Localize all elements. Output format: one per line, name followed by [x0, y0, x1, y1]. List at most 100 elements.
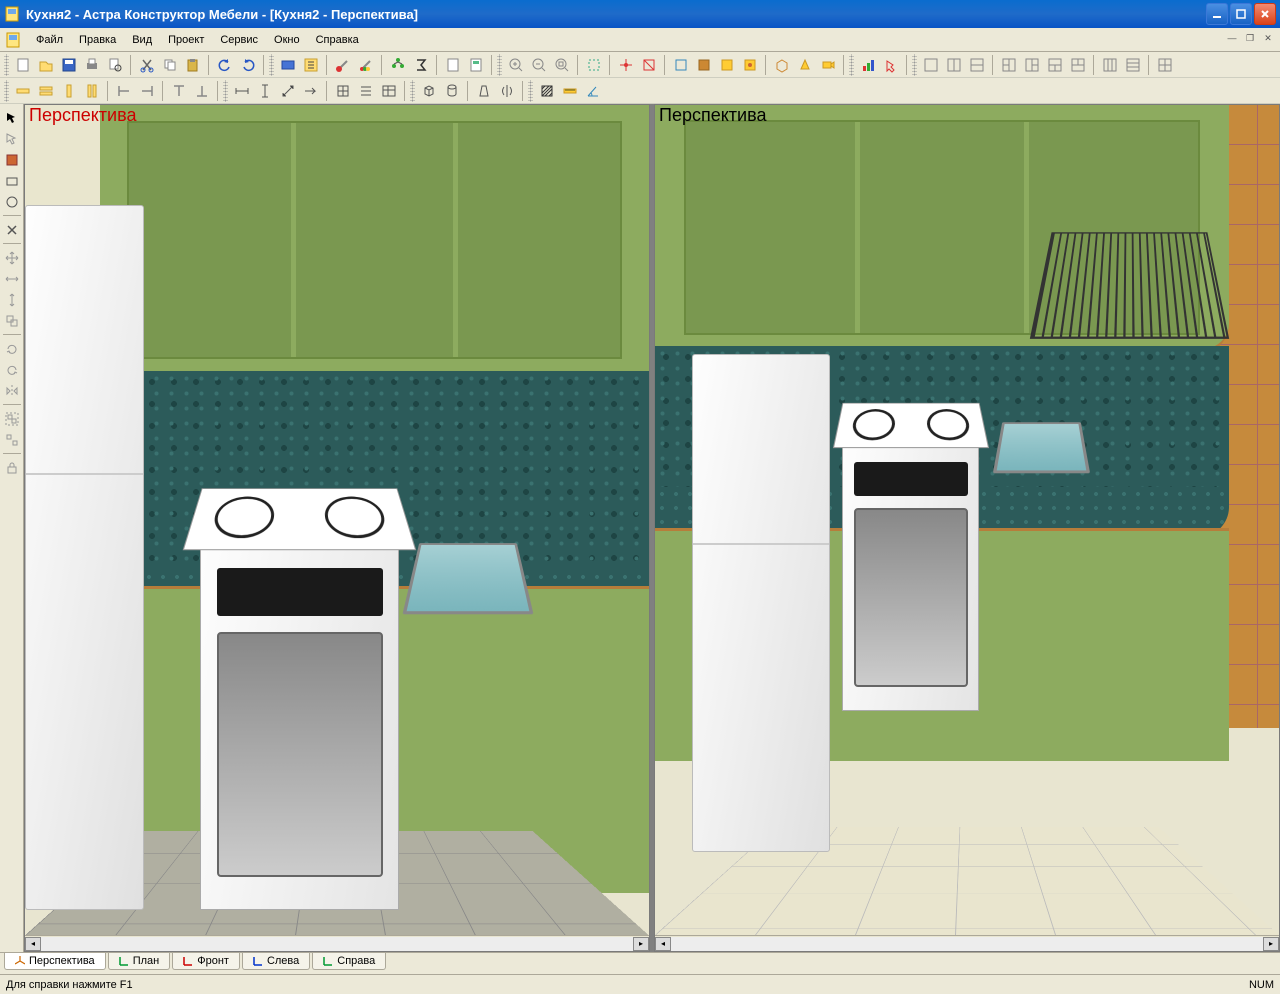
rotate-cw-button[interactable]	[2, 339, 22, 359]
layout5-button[interactable]	[1021, 54, 1043, 76]
divider2-button[interactable]	[191, 80, 213, 102]
mirror-button[interactable]	[2, 381, 22, 401]
lock-button[interactable]	[2, 458, 22, 478]
scroll-left-button[interactable]: ◂	[25, 937, 41, 951]
toolbar-grip[interactable]	[410, 80, 415, 102]
viewport-left-canvas[interactable]	[25, 105, 649, 935]
layout6-button[interactable]	[1044, 54, 1066, 76]
hatch-button[interactable]	[536, 80, 558, 102]
layout9-button[interactable]	[1122, 54, 1144, 76]
rotate-ccw-button[interactable]	[2, 360, 22, 380]
dim-arrow-button[interactable]	[300, 80, 322, 102]
cube-button[interactable]	[418, 80, 440, 102]
viewport-right[interactable]: Перспектива ◂ ▸	[654, 104, 1280, 952]
scroll-right-button[interactable]: ▸	[1263, 937, 1279, 951]
snap-center-button[interactable]	[615, 54, 637, 76]
menu-edit[interactable]: Правка	[71, 31, 124, 49]
new-button[interactable]	[12, 54, 34, 76]
toolbar-grip[interactable]	[4, 80, 9, 102]
panel-v1-button[interactable]	[58, 80, 80, 102]
viewtab-perspective[interactable]: Перспектива	[4, 953, 106, 970]
toolbar-grip[interactable]	[223, 80, 228, 102]
cursor-tool-button[interactable]	[2, 108, 22, 128]
select-object-button[interactable]	[2, 150, 22, 170]
rect-tool-button[interactable]	[2, 171, 22, 191]
menu-window[interactable]: Окно	[266, 31, 308, 49]
grid-dim-button[interactable]	[332, 80, 354, 102]
print-preview-button[interactable]	[104, 54, 126, 76]
mdi-close-button[interactable]: ✕	[1260, 31, 1276, 45]
dim-v-button[interactable]	[254, 80, 276, 102]
copy-button[interactable]	[159, 54, 181, 76]
scroll-left-button[interactable]: ◂	[655, 937, 671, 951]
redo-button[interactable]	[237, 54, 259, 76]
undo-button[interactable]	[214, 54, 236, 76]
mdi-minimize-button[interactable]: —	[1224, 31, 1240, 45]
scroll-right-button[interactable]: ▸	[633, 937, 649, 951]
save-button[interactable]	[58, 54, 80, 76]
arrow-tool-button[interactable]	[880, 54, 902, 76]
view-iso-button[interactable]	[771, 54, 793, 76]
viewtab-left[interactable]: Слева	[242, 953, 310, 970]
panel-h2-button[interactable]	[35, 80, 57, 102]
group-button[interactable]	[2, 409, 22, 429]
circle-tool-button[interactable]	[2, 192, 22, 212]
minimize-button[interactable]	[1206, 3, 1228, 25]
toolbar-grip[interactable]	[849, 54, 854, 76]
toolbar-grip[interactable]	[912, 54, 917, 76]
move-copy-button[interactable]	[2, 311, 22, 331]
material-button[interactable]	[277, 54, 299, 76]
panel-h1-button[interactable]	[12, 80, 34, 102]
viewtab-front[interactable]: Фронт	[172, 953, 240, 970]
viewport-left-hscrollbar[interactable]: ◂ ▸	[25, 935, 649, 951]
menu-help[interactable]: Справка	[308, 31, 367, 49]
move-h-button[interactable]	[2, 269, 22, 289]
tree-button[interactable]	[387, 54, 409, 76]
properties-button[interactable]	[300, 54, 322, 76]
viewport-right-hscrollbar[interactable]: ◂ ▸	[655, 935, 1279, 951]
viewport-left[interactable]: Перспектива ◂ ▸	[24, 104, 650, 952]
viewtab-right[interactable]: Справа	[312, 953, 386, 970]
divider1-button[interactable]	[168, 80, 190, 102]
dim-list-button[interactable]	[355, 80, 377, 102]
dim-h-button[interactable]	[231, 80, 253, 102]
paste-button[interactable]	[182, 54, 204, 76]
dim-table-button[interactable]	[378, 80, 400, 102]
mdi-restore-button[interactable]: ❐	[1242, 31, 1258, 45]
open-button[interactable]	[35, 54, 57, 76]
angle-button[interactable]	[582, 80, 604, 102]
print-button[interactable]	[81, 54, 103, 76]
render-shade-button[interactable]	[693, 54, 715, 76]
viewtab-plan[interactable]: План	[108, 953, 171, 970]
close-button[interactable]	[1254, 3, 1276, 25]
sum-button[interactable]	[410, 54, 432, 76]
snap-off-button[interactable]	[638, 54, 660, 76]
select-face-button[interactable]	[2, 129, 22, 149]
dim-align-button[interactable]	[277, 80, 299, 102]
select-window-button[interactable]	[583, 54, 605, 76]
chart-button[interactable]	[857, 54, 879, 76]
layout3-button[interactable]	[966, 54, 988, 76]
layout10-button[interactable]	[1154, 54, 1176, 76]
move-v-button[interactable]	[2, 290, 22, 310]
shelf2-button[interactable]	[136, 80, 158, 102]
zoom-out-button[interactable]	[528, 54, 550, 76]
layout7-button[interactable]	[1067, 54, 1089, 76]
layout2-button[interactable]	[943, 54, 965, 76]
cylinder-button[interactable]	[441, 80, 463, 102]
move-tool-button[interactable]	[2, 248, 22, 268]
menu-file[interactable]: Файл	[28, 31, 71, 49]
view-camera-button[interactable]	[817, 54, 839, 76]
menu-project[interactable]: Проект	[160, 31, 212, 49]
layout4-button[interactable]	[998, 54, 1020, 76]
toolbar-grip[interactable]	[528, 80, 533, 102]
doc1-button[interactable]	[442, 54, 464, 76]
layout1-button[interactable]	[920, 54, 942, 76]
zoom-in-button[interactable]	[505, 54, 527, 76]
maximize-button[interactable]	[1230, 3, 1252, 25]
shelf1-button[interactable]	[113, 80, 135, 102]
menu-service[interactable]: Сервис	[212, 31, 266, 49]
layout8-button[interactable]	[1099, 54, 1121, 76]
view-persp-button[interactable]	[794, 54, 816, 76]
zoom-fit-button[interactable]	[551, 54, 573, 76]
